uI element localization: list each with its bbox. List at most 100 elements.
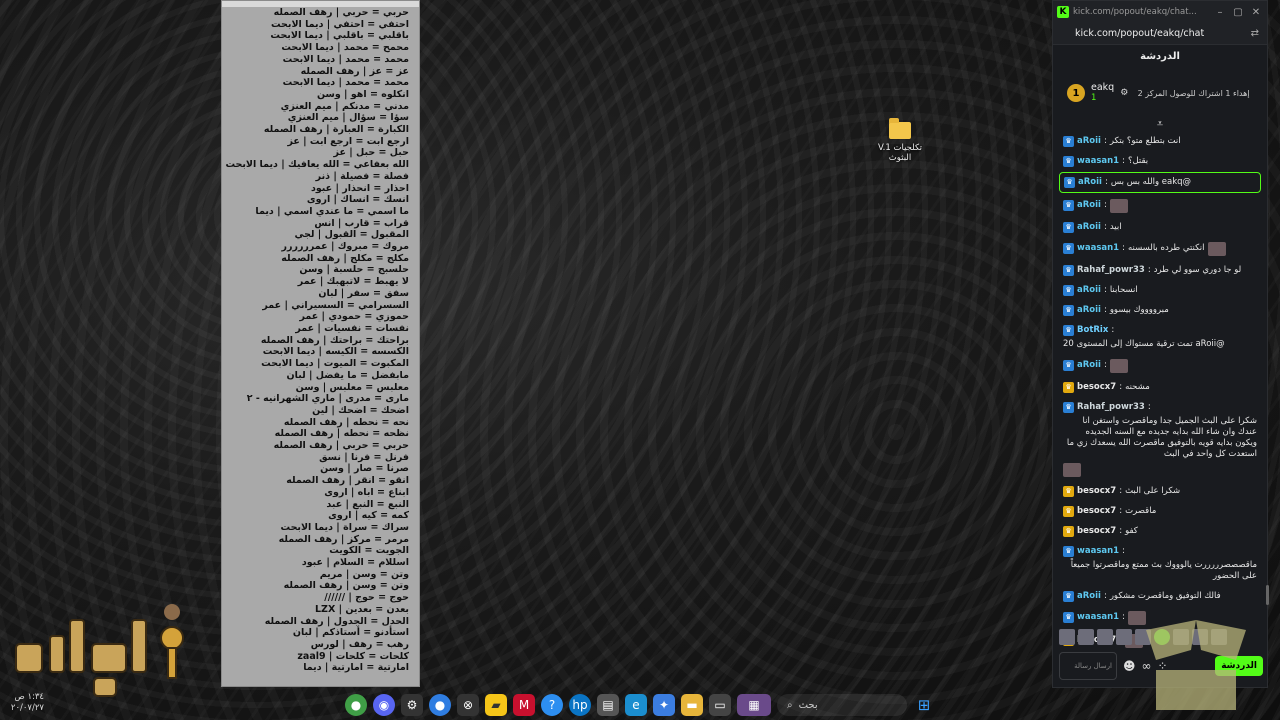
translate-icon[interactable]: ⇄ <box>1251 28 1259 39</box>
emote-icon[interactable] <box>1097 629 1113 645</box>
goal-badge: 1 <box>1067 84 1085 102</box>
chat-username[interactable]: besocx7 <box>1077 506 1116 517</box>
sticky-notes-icon[interactable]: ▰ <box>485 694 507 716</box>
goal-count: 1 <box>1091 93 1097 103</box>
minimize-icon[interactable]: – <box>1213 7 1227 18</box>
chat-username[interactable]: aRoii <box>1077 222 1101 233</box>
chat-username[interactable]: waasan1 <box>1077 156 1119 167</box>
editor-line: سؤا = سؤال | ميم العنزي <box>287 112 409 124</box>
channel-logo <box>12 600 192 700</box>
editor-line: الحدل = الجدول | رهف الصمله <box>264 615 409 627</box>
discord-icon[interactable]: ◉ <box>373 694 395 716</box>
chat-message[interactable]: ♛ Rahaf_powr33: لو جا دوري سوو لي طرد <box>1061 260 1259 280</box>
editor-lines[interactable]: حربي = حربي | رهف الصمله احتفي = احتفي | … <box>222 7 419 674</box>
edge-icon[interactable]: e <box>625 694 647 716</box>
chat-messages[interactable]: ♛ aRoii: انت بتطلع متو؟ بتكر ♛ waasan1: بقتل؟… <box>1053 131 1267 652</box>
colon-separator: : <box>1147 264 1151 275</box>
chat-message[interactable]: ♛ aRoii: @eakq والله بس بس <box>1059 172 1261 193</box>
emote-icon[interactable] <box>1059 629 1075 645</box>
maximize-icon[interactable]: ▢ <box>1231 7 1245 18</box>
close-icon[interactable]: ✕ <box>1249 7 1263 18</box>
emote-icon <box>1063 462 1081 477</box>
chat-text: انت بتطلع متو؟ بتكر <box>1109 135 1181 146</box>
hp-icon[interactable]: hp <box>569 694 591 716</box>
settings-icon[interactable]: ⚙ <box>401 694 423 716</box>
role-badge-icon: ♛ <box>1063 545 1074 557</box>
chat-message[interactable]: ♛ Rahaf_powr33: شكرا على البث الجميل جدا و… <box>1061 397 1259 481</box>
desktop-folder[interactable]: تكلجيات V.1 البثوث <box>872 118 928 163</box>
chat-message[interactable]: ♛ aRoii: ابيد <box>1061 217 1259 237</box>
chat-text: شكرا على البث الجميل جدا وماقصرت واستغن … <box>1066 415 1257 459</box>
editor-line: براحتك = براحتك | رهف الصمله <box>260 334 409 346</box>
file-explorer-icon[interactable]: ▬ <box>681 694 703 716</box>
chat-message[interactable]: ♛ aRoii: انت بتطلع متو؟ بتكر <box>1061 131 1259 151</box>
windows-start-icon[interactable]: ⊞ <box>913 694 935 716</box>
chat-message[interactable]: ♛ besocx7: ماقصرت <box>1061 501 1259 521</box>
chat-message[interactable]: ♛ waasan1: انكنتي طرده بالسسنه <box>1061 237 1259 260</box>
chat-message[interactable]: ♛ besocx7: مشحنه <box>1061 377 1259 397</box>
emote-icon[interactable] <box>1116 629 1132 645</box>
role-badge-icon: ♛ <box>1063 135 1074 147</box>
chat-message[interactable]: ♛ aRoii: فالك التوفيق وماقصرت مشكور <box>1061 586 1259 606</box>
copilot-icon[interactable]: ✦ <box>653 694 675 716</box>
chat-username[interactable]: aRoii <box>1077 305 1101 316</box>
sub-goal-banner[interactable]: 1 eakq 1 ⚙ إهداء 1 اشتراك للوصول المركز … <box>1061 75 1259 111</box>
chrome-icon[interactable]: ● <box>429 694 451 716</box>
taskbar-search[interactable]: بحث ⌕ <box>777 694 907 716</box>
taskbar-clock[interactable]: ١:٣٤ ص ٢٠/٠٧/٢٧ <box>0 692 44 714</box>
chat-message[interactable]: ♛ besocx7: كفو <box>1061 521 1259 541</box>
chat-message[interactable]: ♛ waasan1: بقتل؟ <box>1061 151 1259 171</box>
chat-message[interactable]: ♛ aRoii: انسحابنا <box>1061 280 1259 300</box>
chrome-alt-icon[interactable]: ● <box>345 694 367 716</box>
chat-message[interactable]: ♛ aRoii: مبرووووك بيسوو <box>1061 300 1259 320</box>
chat-scrollbar[interactable] <box>1266 585 1269 605</box>
chat-username[interactable]: Rahaf_powr33 <box>1077 265 1145 276</box>
chat-message[interactable]: ♛ besocx7: شكرا على البث <box>1061 481 1259 501</box>
colon-separator: : <box>1122 545 1125 556</box>
colon-separator: : <box>1111 324 1115 335</box>
chat-username[interactable]: Rahaf_powr33 <box>1077 402 1145 413</box>
editor-line: مدني = مدنكم | ميم العنزي <box>280 100 409 112</box>
xbox-icon[interactable]: ⊗ <box>457 694 479 716</box>
chat-username[interactable]: aRoii <box>1077 285 1101 296</box>
text-editor-panel[interactable]: حربي = حربي | رهف الصمله احتفي = احتفي | … <box>221 0 420 687</box>
chat-username[interactable]: aRoii <box>1077 360 1101 371</box>
mcafee-icon[interactable]: M <box>513 694 535 716</box>
chat-text: كفو <box>1125 525 1138 536</box>
editor-line: الكسسه = الكيسه | ديما الابحت <box>262 346 409 358</box>
editor-line: المقبول = القبول | لجي <box>294 229 409 241</box>
chat-username[interactable]: aRoii <box>1078 177 1102 188</box>
chat-message[interactable]: ♛ aRoii: <box>1061 354 1259 377</box>
clock-date: ٢٠/٠٧/٢٧ <box>10 703 44 713</box>
chat-input[interactable]: ارسال رسالة <box>1059 652 1117 680</box>
chat-message[interactable]: ♛ aRoii: <box>1061 194 1259 217</box>
chat-username[interactable]: waasan1 <box>1077 612 1119 623</box>
emoji-icon[interactable]: ☻ <box>1123 659 1136 673</box>
role-badge-icon: ♛ <box>1063 612 1074 623</box>
emote-icon[interactable] <box>1078 629 1094 645</box>
editor-line: حوج = حوج | ////// <box>324 592 409 604</box>
chat-username[interactable]: aRoii <box>1077 200 1101 211</box>
chat-username[interactable]: aRoii <box>1077 136 1101 147</box>
editor-line: عز = عز | رهف الصمله <box>300 65 409 77</box>
chat-username[interactable]: BotRix <box>1077 325 1108 336</box>
chat-username[interactable]: waasan1 <box>1077 546 1119 557</box>
address-bar[interactable]: kick.com/popout/eakq/chat ⇄ <box>1053 23 1267 45</box>
chat-username[interactable]: besocx7 <box>1077 486 1116 497</box>
editor-line: سراك = سراة | ديما الابحت <box>280 521 409 533</box>
help-icon[interactable]: ? <box>541 694 563 716</box>
store-icon[interactable]: ▤ <box>597 694 619 716</box>
editor-line: الجويت = الكويت <box>329 545 409 557</box>
chat-username[interactable]: besocx7 <box>1077 382 1116 393</box>
elite-logo <box>1136 620 1256 720</box>
chat-window[interactable]: K kick.com/popout/eakq/chat... – ▢ ✕ kic… <box>1052 0 1268 688</box>
pinned-message-icon[interactable]: ⩡ <box>1053 117 1267 131</box>
chat-message[interactable]: ♛ BotRix: @aRoii تمت ترقية مستواك إلى المس… <box>1061 320 1259 354</box>
chat-message[interactable]: ♛ waasan1: ماقصصصرررررت يالوووك بث ممتع وم… <box>1061 541 1259 586</box>
widget-icon[interactable]: ▦ <box>737 694 771 716</box>
chat-username[interactable]: waasan1 <box>1077 243 1119 254</box>
task-view-icon[interactable]: ▭ <box>709 694 731 716</box>
chat-username[interactable]: aRoii <box>1077 591 1101 602</box>
editor-line: امارتية = امارتية | ديما <box>303 662 409 674</box>
chat-username[interactable]: besocx7 <box>1077 526 1116 537</box>
